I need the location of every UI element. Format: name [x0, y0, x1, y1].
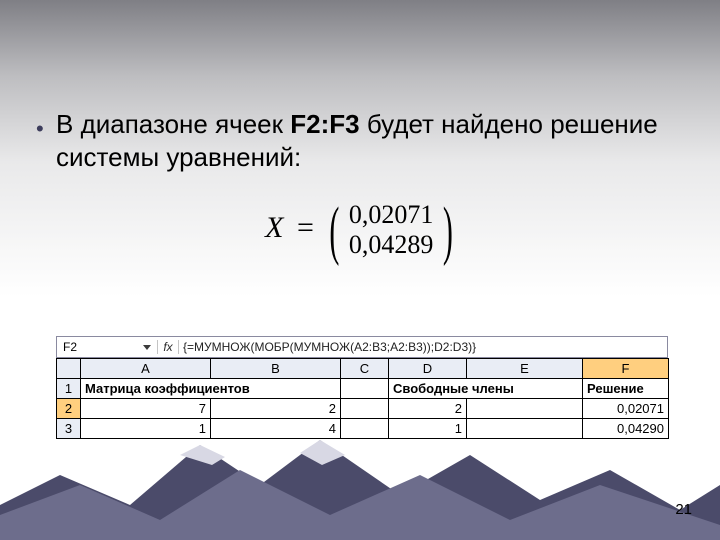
cell-f3[interactable]: 0,04290	[583, 419, 669, 439]
cell-b3[interactable]: 4	[211, 419, 341, 439]
header-solution[interactable]: Решение	[583, 379, 669, 399]
paren-right: )	[443, 195, 453, 270]
cell-a3[interactable]: 1	[81, 419, 211, 439]
row-header-1[interactable]: 1	[57, 379, 81, 399]
formula-v1: 0,02071	[349, 200, 434, 229]
cell-e3[interactable]	[467, 419, 583, 439]
col-header-e[interactable]: E	[467, 359, 583, 379]
formula-vector: 0,02071 0,04289	[349, 200, 434, 260]
formula-x: X	[265, 211, 283, 244]
page-number: 21	[675, 501, 692, 518]
col-header-d[interactable]: D	[389, 359, 467, 379]
cell-c2[interactable]	[341, 399, 389, 419]
name-box[interactable]: F2	[57, 340, 158, 354]
cell-d2[interactable]: 2	[389, 399, 467, 419]
spreadsheet-grid: A B C D E F 1 Матрица коэффициентов Своб…	[56, 358, 669, 439]
corner-cell[interactable]	[57, 359, 81, 379]
body-text: • В диапазоне ячеек F2:F3 будет найдено …	[56, 108, 676, 173]
cell-b2[interactable]: 2	[211, 399, 341, 419]
fx-icon[interactable]: fx	[158, 340, 179, 354]
text-range: F2:F3	[290, 109, 359, 139]
formula: X = ( 0,02071 0,04289 )	[0, 200, 720, 260]
header-matrix[interactable]: Матрица коэффициентов	[81, 379, 341, 399]
cell-e2[interactable]	[467, 399, 583, 419]
col-header-row: A B C D E F	[57, 359, 669, 379]
cell-c3[interactable]	[341, 419, 389, 439]
table-row: 1 Матрица коэффициентов Свободные члены …	[57, 379, 669, 399]
chevron-down-icon	[143, 345, 151, 350]
cell-a2[interactable]: 7	[81, 399, 211, 419]
col-header-c[interactable]: C	[341, 359, 389, 379]
col-header-b[interactable]: B	[211, 359, 341, 379]
formula-eq: =	[297, 211, 314, 244]
header-free[interactable]: Свободные члены	[389, 379, 583, 399]
row-header-3[interactable]: 3	[57, 419, 81, 439]
col-header-f[interactable]: F	[583, 359, 669, 379]
formula-v2: 0,04289	[349, 230, 434, 259]
table-row: 3 1 4 1 0,04290	[57, 419, 669, 439]
cell-c1[interactable]	[341, 379, 389, 399]
cell-d3[interactable]: 1	[389, 419, 467, 439]
row-header-2[interactable]: 2	[57, 399, 81, 419]
table-row: 2 7 2 2 0,02071	[57, 399, 669, 419]
formula-bar-content[interactable]: {=МУМНОЖ(МОБР(МУМНОЖ(A2:B3;A2:B3));D2:D3…	[179, 340, 667, 354]
slide: • В диапазоне ячеек F2:F3 будет найдено …	[0, 0, 720, 540]
paren-left: (	[329, 195, 339, 270]
name-box-value: F2	[63, 340, 77, 354]
text-pre: В диапазоне ячеек	[56, 109, 290, 139]
excel-fragment: F2 fx {=МУМНОЖ(МОБР(МУМНОЖ(A2:B3;A2:B3))…	[56, 336, 668, 439]
bullet-glyph: •	[36, 118, 44, 140]
col-header-a[interactable]: A	[81, 359, 211, 379]
formula-bar: F2 fx {=МУМНОЖ(МОБР(МУМНОЖ(A2:B3;A2:B3))…	[56, 336, 668, 358]
cell-f2[interactable]: 0,02071	[583, 399, 669, 419]
